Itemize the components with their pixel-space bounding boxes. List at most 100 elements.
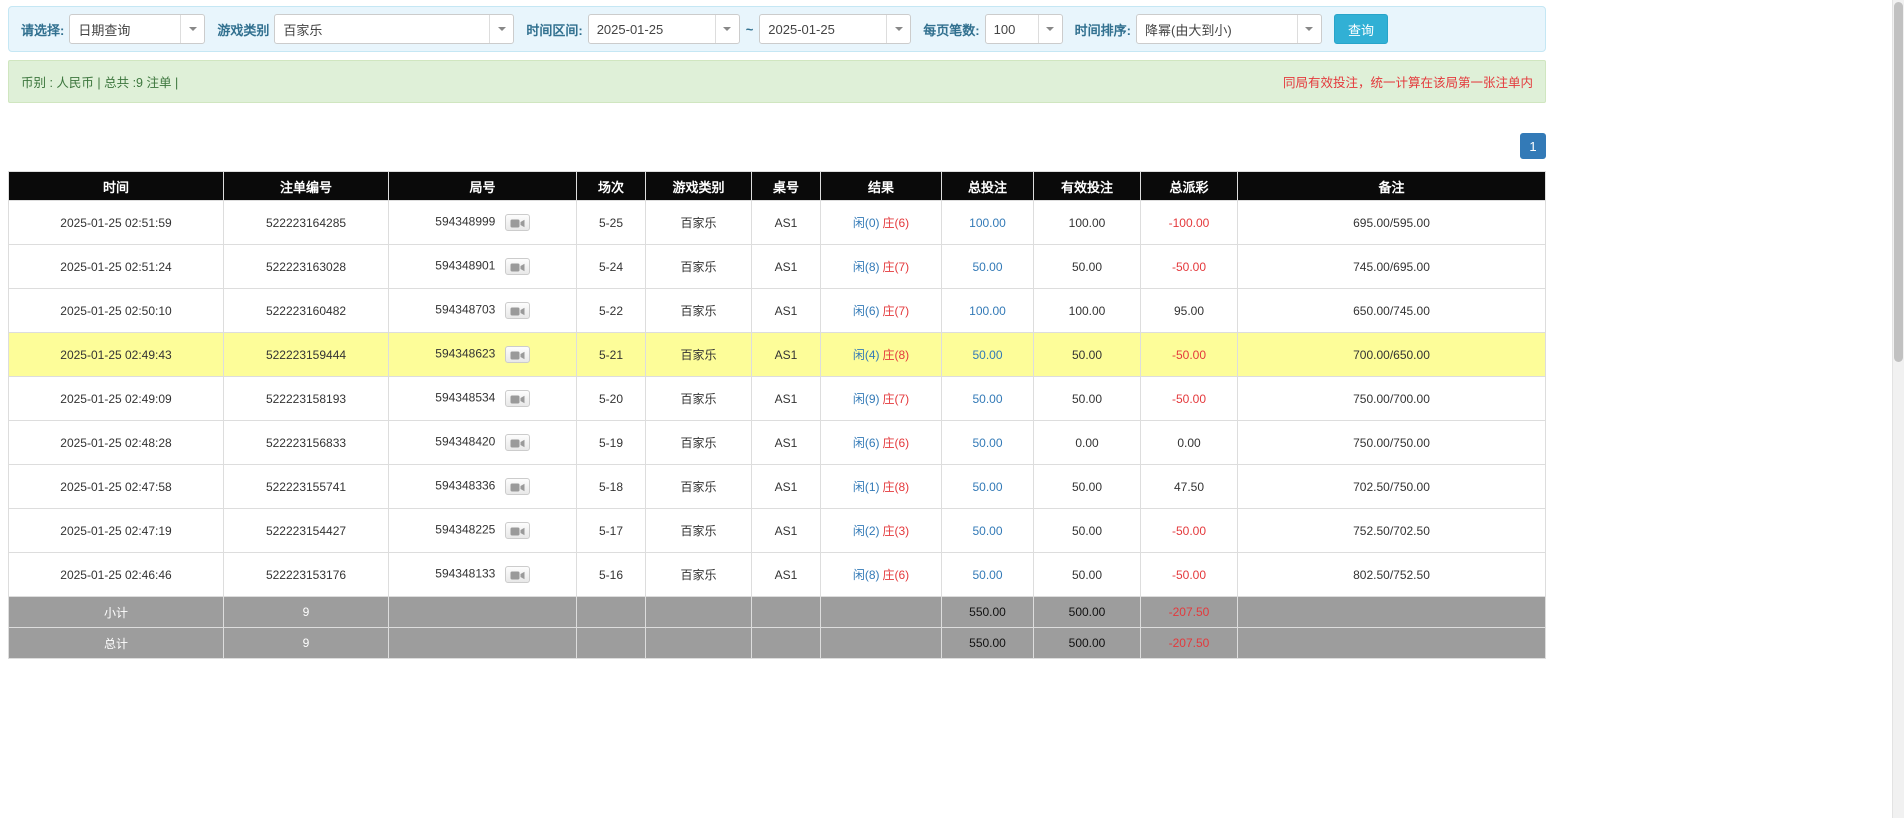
total-bet-link[interactable]: 50.00 — [972, 392, 1002, 406]
player-result: 闲(4) — [852, 348, 880, 362]
cell-total-bet[interactable]: 50.00 — [941, 332, 1034, 377]
cell-round-id: 594348420 — [388, 420, 577, 465]
cell-note: 750.00/700.00 — [1237, 376, 1546, 421]
table-header-row: 时间 注单编号 局号 场次 游戏类别 桌号 结果 总投注 有效投注 总派彩 备注 — [8, 171, 1546, 201]
cell-total-bet[interactable]: 50.00 — [941, 552, 1034, 597]
total-bet-link[interactable]: 100.00 — [969, 304, 1006, 318]
player-result: 闲(8) — [852, 260, 880, 274]
cell-payout: 47.50 — [1140, 464, 1238, 509]
chevron-down-icon — [1296, 15, 1321, 43]
cell-total-bet[interactable]: 100.00 — [941, 288, 1034, 333]
cell-total-bet[interactable]: 50.00 — [941, 508, 1034, 553]
chevron-down-icon — [489, 15, 513, 43]
cell-table-no: AS1 — [751, 464, 821, 509]
date-range-label: 时间区间: — [526, 22, 583, 38]
replay-video-icon[interactable] — [504, 214, 530, 231]
cell-result: 闲(9) 庄(7) — [820, 376, 942, 421]
page-size-value: 100 — [993, 21, 1016, 37]
search-button[interactable]: 查询 — [1333, 14, 1388, 44]
cell-result: 闲(2) 庄(3) — [820, 508, 942, 553]
replay-video-icon[interactable] — [504, 478, 530, 495]
date-to-input[interactable]: 2025-01-25 — [759, 14, 912, 44]
subtotal-payout: -207.50 — [1140, 596, 1238, 628]
cell-session: 5-25 — [576, 200, 646, 245]
total-bet-link[interactable]: 50.00 — [972, 524, 1002, 538]
replay-video-icon[interactable] — [504, 390, 530, 407]
date-from-input[interactable]: 2025-01-25 — [587, 14, 740, 44]
player-result: 闲(8) — [852, 568, 880, 582]
cell-bet-id: 522223154427 — [223, 508, 389, 553]
footer-spacer-cell — [1237, 596, 1546, 628]
sort-order-value: 降幂(由大到小) — [1144, 22, 1232, 38]
round-id-text: 594348336 — [435, 478, 496, 493]
cell-bet-id: 522223158193 — [223, 376, 389, 421]
cell-total-bet[interactable]: 50.00 — [941, 464, 1034, 509]
round-id-text: 594348133 — [435, 566, 496, 581]
cell-session: 5-20 — [576, 376, 646, 421]
grand-total-count: 9 — [223, 627, 389, 659]
round-id-text: 594348999 — [435, 214, 496, 229]
query-type-select[interactable]: 日期查询 — [69, 14, 206, 44]
total-bet-link[interactable]: 50.00 — [972, 436, 1002, 450]
banker-result: 庄(7) — [882, 260, 910, 274]
cell-total-bet[interactable]: 50.00 — [941, 244, 1034, 289]
cell-round-id: 594348999 — [388, 200, 577, 245]
round-id-text: 594348420 — [435, 434, 496, 449]
cell-game-type: 百家乐 — [645, 376, 752, 421]
pagination: 1 — [8, 133, 1546, 159]
replay-video-icon[interactable] — [504, 434, 530, 451]
footer-spacer-cell — [388, 627, 577, 659]
cell-round-id: 594348133 — [388, 552, 577, 597]
replay-video-icon[interactable] — [504, 566, 530, 583]
replay-video-icon[interactable] — [504, 522, 530, 539]
cell-table-no: AS1 — [751, 508, 821, 553]
banker-result: 庄(7) — [882, 392, 910, 406]
footer-spacer-cell — [576, 627, 646, 659]
cell-result: 闲(1) 庄(8) — [820, 464, 942, 509]
banker-result: 庄(7) — [882, 304, 910, 318]
cell-valid-bet: 100.00 — [1033, 288, 1141, 333]
cell-result: 闲(4) 庄(8) — [820, 332, 942, 377]
cell-note: 752.50/702.50 — [1237, 508, 1546, 553]
date-from-value: 2025-01-25 — [596, 21, 664, 37]
subtotal-total-bet: 550.00 — [941, 596, 1034, 628]
total-bet-link[interactable]: 50.00 — [972, 568, 1002, 582]
replay-video-icon[interactable] — [504, 346, 530, 363]
cell-session: 5-19 — [576, 420, 646, 465]
replay-video-icon[interactable] — [504, 302, 530, 319]
sort-order-select[interactable]: 降幂(由大到小) — [1135, 14, 1322, 44]
query-type-label: 请选择: — [21, 22, 65, 38]
table-row: 2025-01-25 02:51:24 522223163028 5943489… — [8, 244, 1546, 289]
sort-order-label: 时间排序: — [1074, 22, 1131, 38]
banker-result: 庄(6) — [882, 568, 910, 582]
records-table: 时间 注单编号 局号 场次 游戏类别 桌号 结果 总投注 有效投注 总派彩 备注… — [8, 171, 1546, 659]
cell-total-bet[interactable]: 50.00 — [941, 420, 1034, 465]
total-bet-link[interactable]: 50.00 — [972, 348, 1002, 362]
total-bet-link[interactable]: 50.00 — [972, 260, 1002, 274]
total-bet-link[interactable]: 50.00 — [972, 480, 1002, 494]
cell-payout: -50.00 — [1140, 376, 1238, 421]
subtotal-count: 9 — [223, 596, 389, 628]
cell-round-id: 594348336 — [388, 464, 577, 509]
table-row: 2025-01-25 02:47:58 522223155741 5943483… — [8, 464, 1546, 509]
vertical-scrollbar[interactable] — [1892, 0, 1904, 818]
scrollbar-thumb[interactable] — [1894, 2, 1903, 362]
footer-spacer-cell — [388, 596, 577, 628]
date-range-separator: ~ — [745, 21, 754, 37]
chevron-down-icon — [714, 15, 739, 43]
total-bet-link[interactable]: 100.00 — [969, 216, 1006, 230]
replay-video-icon[interactable] — [504, 258, 530, 275]
game-category-select[interactable]: 百家乐 — [274, 14, 515, 44]
cell-game-type: 百家乐 — [645, 244, 752, 289]
page-size-select[interactable]: 100 — [984, 14, 1063, 44]
footer-spacer-cell — [751, 596, 821, 628]
table-row: 2025-01-25 02:46:46 522223153176 5943481… — [8, 552, 1546, 597]
cell-total-bet[interactable]: 100.00 — [941, 200, 1034, 245]
footer-spacer-cell — [1237, 627, 1546, 659]
cell-total-bet[interactable]: 50.00 — [941, 376, 1034, 421]
chevron-down-icon — [886, 15, 910, 43]
header-bet-id: 注单编号 — [223, 171, 389, 201]
page-button-1[interactable]: 1 — [1520, 133, 1546, 159]
cell-game-type: 百家乐 — [645, 508, 752, 553]
cell-bet-id: 522223160482 — [223, 288, 389, 333]
